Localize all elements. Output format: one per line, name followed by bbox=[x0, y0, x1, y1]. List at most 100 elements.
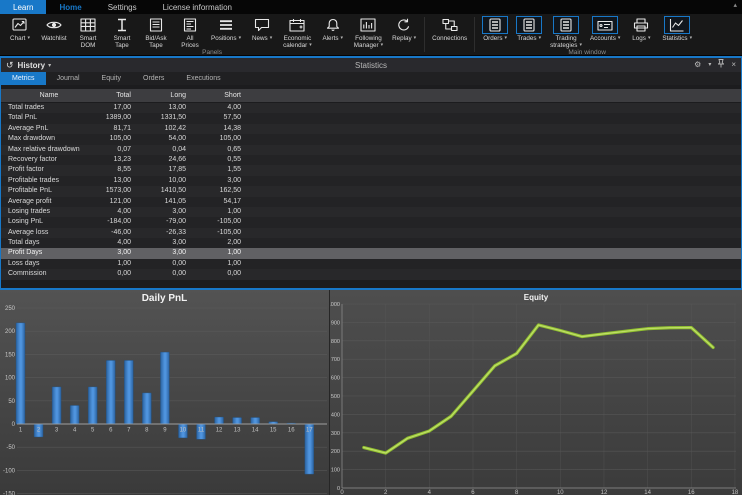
ribbon-button-smart-dom[interactable]: SmartDOM bbox=[71, 15, 105, 49]
ribbon-button-bid-ask-tape[interactable]: Bid/AskTape bbox=[139, 15, 173, 49]
row-filler bbox=[241, 228, 741, 239]
titlebar-tab-learn[interactable]: Learn bbox=[0, 0, 46, 14]
table-row[interactable]: Recovery factor13,2324,660,55 bbox=[1, 155, 741, 165]
pnl-bar bbox=[251, 418, 260, 424]
metric-name: Max relative drawdown bbox=[1, 145, 97, 156]
metric-value: -184,00 bbox=[97, 217, 131, 228]
row-filler bbox=[241, 155, 741, 166]
ribbon-button-following-manager[interactable]: FollowingManager▾ bbox=[350, 15, 387, 49]
ribbon-button-statistics[interactable]: Statistics▾ bbox=[658, 15, 696, 49]
tick-label: 2 bbox=[384, 490, 388, 495]
ribbon-button-chart[interactable]: Chart▾ bbox=[3, 15, 37, 49]
ribbon-button-trades[interactable]: Trades▾ bbox=[512, 15, 546, 49]
ribbon-button-alerts[interactable]: Alerts▾ bbox=[316, 15, 350, 49]
titlebar-tab-home[interactable]: Home bbox=[46, 0, 94, 14]
tick-label: -100 bbox=[3, 468, 16, 474]
metric-value: 10,00 bbox=[131, 176, 186, 187]
dropdown-caret-icon: ▾ bbox=[27, 35, 30, 41]
ribbon-button-logs[interactable]: Logs▾ bbox=[624, 15, 658, 49]
panel-menu-caret-icon[interactable]: ▾ bbox=[708, 60, 711, 70]
history-panel[interactable]: ↺ History ▾ Statistics ⚙ ▾ × MetricsJour… bbox=[0, 56, 742, 290]
ribbon-button-label: Economiccalendar▾ bbox=[283, 35, 312, 49]
ribbon-button-trading-strategies[interactable]: Tradingstrategies▾ bbox=[546, 15, 586, 49]
daily-pnl-chart: 250200150100500-50-100-15012345678910111… bbox=[0, 290, 330, 495]
table-row[interactable]: Profitable PnL1573,001410,50162,50 bbox=[1, 186, 741, 196]
column-header-name[interactable]: Name bbox=[1, 89, 97, 102]
panel-tab-executions[interactable]: Executions bbox=[175, 72, 231, 85]
dropdown-caret-icon: ▾ bbox=[618, 35, 621, 41]
column-header-total[interactable]: Total bbox=[97, 89, 131, 102]
metric-name: Average profit bbox=[1, 197, 97, 208]
dropdown-caret-icon: ▾ bbox=[270, 35, 273, 41]
metric-value: 121,00 bbox=[97, 197, 131, 208]
table-row[interactable]: Average profit121,00141,0554,17 bbox=[1, 197, 741, 207]
table-row[interactable]: Max drawdown105,0054,00105,00 bbox=[1, 134, 741, 144]
metric-name: Profit factor bbox=[1, 165, 97, 176]
titlebar-tab-settings[interactable]: Settings bbox=[95, 0, 150, 14]
row-filler bbox=[241, 113, 741, 124]
ribbon-button-all-prices[interactable]: AllPrices bbox=[173, 15, 207, 49]
doc-icon bbox=[148, 16, 164, 34]
ribbon-button-label: Tradingstrategies▾ bbox=[550, 35, 582, 49]
table-row[interactable]: Total trades17,0013,004,00 bbox=[1, 103, 741, 113]
dropdown-caret-icon: ▾ bbox=[414, 35, 417, 41]
table-row[interactable]: Profitable trades13,0010,003,00 bbox=[1, 176, 741, 186]
table-row[interactable]: Average PnL81,71102,4214,38 bbox=[1, 124, 741, 134]
table-row[interactable]: Loss days1,000,001,00 bbox=[1, 259, 741, 269]
metric-value: -79,00 bbox=[131, 217, 186, 228]
row-filler bbox=[241, 145, 741, 156]
ribbon-button-replay[interactable]: Replay▾ bbox=[387, 15, 421, 49]
panel-header: ↺ History ▾ Statistics ⚙ ▾ × bbox=[1, 58, 741, 72]
ribbon-button-orders[interactable]: Orders▾ bbox=[478, 15, 512, 49]
pnl-bar bbox=[160, 352, 169, 424]
metric-value: 24,66 bbox=[131, 155, 186, 166]
daily-pnl-panel[interactable]: 250200150100500-50-100-15012345678910111… bbox=[0, 290, 330, 495]
table-row[interactable]: Profit factor8,5517,851,55 bbox=[1, 165, 741, 175]
column-header-long[interactable]: Long bbox=[131, 89, 186, 102]
ribbon-button-accounts[interactable]: Accounts▾ bbox=[586, 15, 624, 49]
metric-value: 17,00 bbox=[97, 103, 131, 114]
card-icon bbox=[592, 16, 618, 34]
table-row[interactable]: Total days4,003,002,00 bbox=[1, 238, 741, 248]
ribbon-button-smart-tape[interactable]: SmartTape bbox=[105, 15, 139, 49]
panel-tab-journal[interactable]: Journal bbox=[46, 72, 91, 85]
metrics-table: NameTotalLongShort Total trades17,0013,0… bbox=[1, 89, 741, 288]
ribbon-button-news[interactable]: News▾ bbox=[245, 15, 279, 49]
panel-tab-equity[interactable]: Equity bbox=[91, 72, 132, 85]
titlebar: LearnHomeSettingsLicense information ▴ bbox=[0, 0, 742, 14]
row-filler bbox=[241, 248, 741, 259]
ribbon-button-watchlist[interactable]: Watchlist bbox=[37, 15, 71, 49]
table-row[interactable]: Total PnL1389,001331,5057,50 bbox=[1, 113, 741, 123]
panel-title[interactable]: History bbox=[18, 61, 46, 70]
tick-label: 14 bbox=[644, 490, 651, 495]
table-row[interactable]: Losing trades4,003,001,00 bbox=[1, 207, 741, 217]
close-icon[interactable]: × bbox=[731, 60, 736, 70]
tick-label: 13 bbox=[234, 428, 241, 434]
panel-tab-orders[interactable]: Orders bbox=[132, 72, 175, 85]
table-row[interactable]: Losing PnL-184,00-79,00-105,00 bbox=[1, 217, 741, 227]
table-row[interactable]: Commission0,000,000,00 bbox=[1, 269, 741, 279]
pnl-bar bbox=[70, 405, 79, 424]
panel-tab-metrics[interactable]: Metrics bbox=[1, 72, 46, 85]
table-row[interactable]: Profit Days3,003,001,00 bbox=[1, 248, 741, 258]
titlebar-tab-license-information[interactable]: License information bbox=[150, 0, 245, 14]
ribbon-button-economic-calendar[interactable]: Economiccalendar▾ bbox=[279, 15, 316, 49]
metric-name: Loss days bbox=[1, 259, 97, 270]
ribbon-button-positions[interactable]: Positions▾ bbox=[207, 15, 245, 49]
ribbon-collapse-icon[interactable]: ▴ bbox=[733, 2, 737, 9]
row-filler bbox=[241, 238, 741, 249]
column-header-short[interactable]: Short bbox=[186, 89, 241, 102]
ribbon-button-connections[interactable]: Connections bbox=[428, 15, 471, 46]
pin-icon[interactable] bbox=[718, 59, 724, 71]
tick-label: 4 bbox=[73, 428, 77, 434]
tick-label: 14 bbox=[252, 428, 259, 434]
tick-label: 11 bbox=[198, 428, 205, 434]
equity-panel[interactable]: 1000900800700600500400300200100002468101… bbox=[330, 290, 742, 495]
tick-label: 16 bbox=[688, 490, 695, 495]
table-row[interactable]: Max relative drawdown0,070,040,65 bbox=[1, 145, 741, 155]
printer-icon bbox=[633, 16, 649, 34]
tick-label: 900 bbox=[331, 320, 340, 326]
settings-gear-icon[interactable]: ⚙ bbox=[694, 60, 701, 70]
table-row[interactable]: Average loss-46,00-26,33-105,00 bbox=[1, 228, 741, 238]
pnl-bar bbox=[233, 418, 242, 424]
